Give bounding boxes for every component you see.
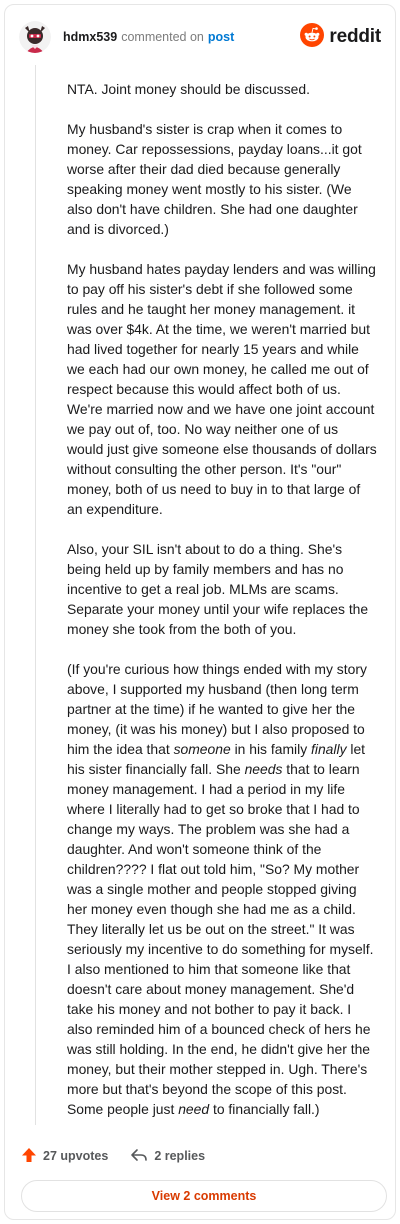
- reddit-wordmark: reddit: [329, 26, 381, 47]
- emphasis-text: need: [178, 1101, 210, 1117]
- upvote-count: 27 upvotes: [43, 1149, 109, 1163]
- comment-paragraph: NTA. Joint money should be discussed.: [67, 81, 310, 97]
- comment-paragraph: Also, your SIL isn't about to do a thing…: [67, 541, 369, 637]
- reddit-logo-icon: [300, 22, 325, 52]
- comment-paragraph-last: (If you're curious how things ended with…: [67, 659, 377, 1119]
- text-run: that to learn money management. I had a …: [67, 761, 374, 1117]
- comment-paragraph: My husband hates payday lenders and was …: [67, 261, 377, 517]
- upvote-arrow-icon: [21, 1147, 37, 1166]
- emphasis-text: finally: [311, 741, 347, 757]
- emphasis-text: someone: [173, 741, 231, 757]
- emphasis-text: needs: [244, 761, 283, 777]
- comment-footer: 27 upvotes 2 replies: [21, 1145, 205, 1167]
- reddit-brand[interactable]: reddit: [300, 22, 381, 52]
- text-run: to financially fall.): [209, 1101, 320, 1117]
- post-link[interactable]: post: [208, 30, 234, 44]
- comment-body: NTA. Joint money should be discussed. My…: [67, 79, 377, 1119]
- view-comments-button[interactable]: View 2 comments: [21, 1180, 387, 1212]
- comment-card: hdmx539 commented on post reddit NTA. Jo…: [4, 4, 396, 1220]
- comment-header: hdmx539 commented on post reddit: [19, 19, 381, 55]
- username[interactable]: hdmx539: [63, 30, 117, 44]
- replies-button[interactable]: 2 replies: [130, 1147, 205, 1166]
- avatar[interactable]: [19, 21, 51, 53]
- comment-meta: hdmx539 commented on post: [63, 30, 234, 44]
- comment-paragraph: My husband's sister is crap when it come…: [67, 121, 362, 237]
- thread-line: [35, 65, 36, 1125]
- reply-icon: [130, 1147, 148, 1166]
- action-text: commented on: [121, 30, 204, 44]
- upvote-button[interactable]: 27 upvotes: [21, 1147, 108, 1166]
- reply-count: 2 replies: [154, 1149, 206, 1163]
- text-run: in his family: [230, 741, 311, 757]
